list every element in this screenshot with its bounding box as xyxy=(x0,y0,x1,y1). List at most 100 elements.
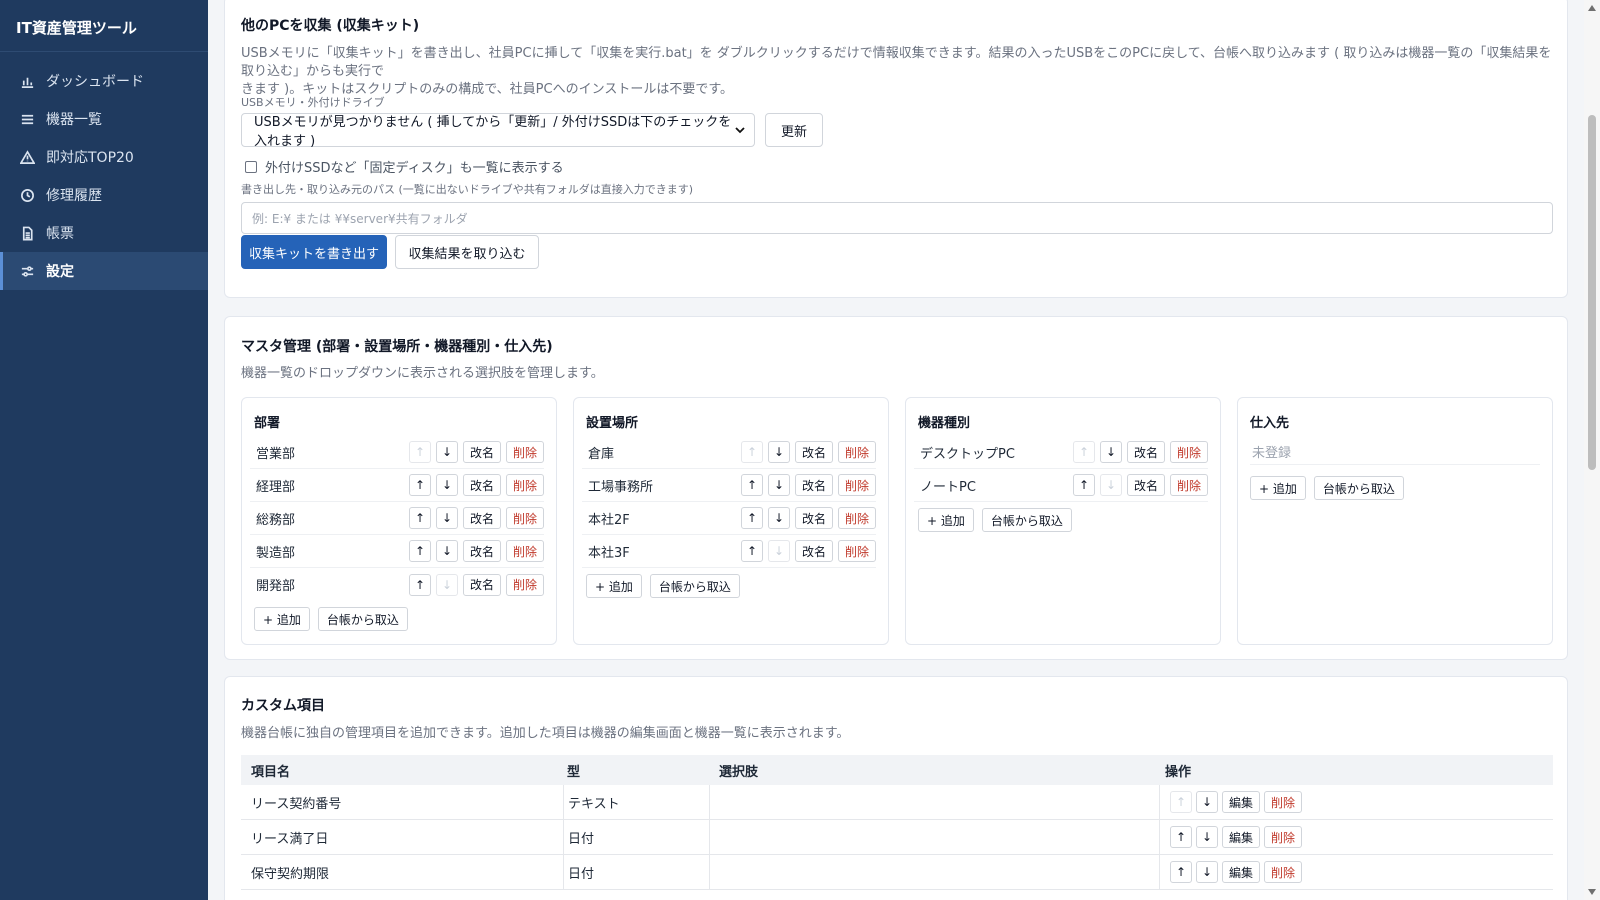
collect-kit-description: USBメモリに「収集キット」を書き出し、社員PCに挿して「収集を実行.bat」を… xyxy=(241,46,1552,97)
sidebar-item-top20[interactable]: 即対応TOP20 xyxy=(0,138,208,176)
sidebar-item-label: 機器一覧 xyxy=(46,112,102,128)
delete-button[interactable]: 削除 xyxy=(1264,791,1303,813)
rename-button[interactable]: 改名 xyxy=(462,573,501,596)
move-down-button[interactable]: ↓ xyxy=(435,441,458,463)
delete-button[interactable]: 削除 xyxy=(1169,474,1208,496)
add-button[interactable]: + 追加 xyxy=(254,607,310,631)
column-header: 操作 xyxy=(1165,764,1192,780)
delete-button[interactable]: 削除 xyxy=(1169,441,1208,463)
delete-button[interactable]: 削除 xyxy=(837,507,876,529)
move-up-button[interactable]: ↑ xyxy=(740,507,763,529)
delete-button[interactable]: 削除 xyxy=(837,474,876,496)
move-down-button[interactable]: ↓ xyxy=(435,540,458,562)
delete-button[interactable]: 削除 xyxy=(505,540,544,562)
field-type-cell: 日付 xyxy=(563,820,709,854)
import-from-ledger-button[interactable]: 台帳から取込 xyxy=(649,574,740,598)
move-down-button[interactable]: ↓ xyxy=(1196,791,1218,813)
move-up-button[interactable]: ↑ xyxy=(408,474,431,496)
import-from-ledger-button[interactable]: 台帳から取込 xyxy=(981,508,1072,532)
move-up-button[interactable]: ↑ xyxy=(1072,441,1095,463)
move-down-button[interactable]: ↓ xyxy=(767,441,790,463)
scroll-down-arrow-icon[interactable] xyxy=(1588,889,1596,895)
move-up-button[interactable]: ↑ xyxy=(408,573,431,596)
delete-button[interactable]: 削除 xyxy=(505,441,544,463)
path-input[interactable]: 例: E:¥ または ¥¥server¥共有フォルダ xyxy=(241,202,1553,234)
page-scrollbar[interactable] xyxy=(1584,0,1600,900)
list-item: 本社3F ↑ ↓ 改名 削除 xyxy=(582,535,876,568)
column-header: 項目名 xyxy=(251,764,291,780)
add-button[interactable]: + 追加 xyxy=(1250,476,1306,500)
list-item: デスクトップPC ↑ ↓ 改名 削除 xyxy=(914,436,1208,469)
rename-button[interactable]: 改名 xyxy=(1126,441,1165,463)
delete-button[interactable]: 削除 xyxy=(1264,861,1303,883)
delete-button[interactable]: 削除 xyxy=(837,540,876,562)
edit-button[interactable]: 編集 xyxy=(1222,791,1261,813)
sidebar-item-settings[interactable]: 設定 xyxy=(0,252,208,290)
move-up-button[interactable]: ↑ xyxy=(740,474,763,496)
edit-button[interactable]: 編集 xyxy=(1222,861,1261,883)
move-up-button[interactable]: ↑ xyxy=(1170,826,1192,848)
fixed-disk-label: 外付けSSDなど「固定ディスク」も一覧に表示する xyxy=(265,161,564,176)
add-button[interactable]: + 追加 xyxy=(586,574,642,598)
move-down-button[interactable]: ↓ xyxy=(1099,441,1122,463)
sidebar-item-devices[interactable]: 機器一覧 xyxy=(0,100,208,138)
move-down-button[interactable]: ↓ xyxy=(1196,826,1218,848)
delete-button[interactable]: 削除 xyxy=(837,441,876,463)
import-from-ledger-button[interactable]: 台帳から取込 xyxy=(317,607,408,631)
refresh-button[interactable]: 更新 xyxy=(765,113,823,147)
import-results-button[interactable]: 収集結果を取り込む xyxy=(395,235,539,269)
move-down-button[interactable]: ↓ xyxy=(767,474,790,496)
move-down-button[interactable]: ↓ xyxy=(435,474,458,496)
add-button[interactable]: + 追加 xyxy=(918,508,974,532)
write-kit-button[interactable]: 収集キットを書き出す xyxy=(241,235,387,269)
drive-select[interactable]: USBメモリが見つかりません ( 挿してから「更新」/ 外付けSSDは下のチェッ… xyxy=(241,113,755,149)
rename-button[interactable]: 改名 xyxy=(794,540,833,562)
move-down-button[interactable]: ↓ xyxy=(1099,474,1122,496)
master-group-actions: + 追加 台帳から取込 xyxy=(254,607,416,631)
delete-button[interactable]: 削除 xyxy=(505,573,544,596)
move-up-button[interactable]: ↑ xyxy=(740,540,763,562)
clock-icon xyxy=(19,187,35,203)
move-up-button[interactable]: ↑ xyxy=(740,441,763,463)
move-up-button[interactable]: ↑ xyxy=(1072,474,1095,496)
delete-button[interactable]: 削除 xyxy=(505,474,544,496)
table-header: 項目名 型 選択肢 操作 xyxy=(241,755,1553,785)
move-up-button[interactable]: ↑ xyxy=(1170,791,1192,813)
move-down-button[interactable]: ↓ xyxy=(435,573,458,596)
delete-button[interactable]: 削除 xyxy=(1264,826,1303,848)
master-card: マスタ管理 (部署・設置場所・機器種別・仕入先) 機器一覧のドロップダウンに表示… xyxy=(224,316,1568,660)
sidebar-item-repairs[interactable]: 修理履歴 xyxy=(0,176,208,214)
scrollbar-thumb[interactable] xyxy=(1588,115,1596,470)
rename-button[interactable]: 改名 xyxy=(462,507,501,529)
move-up-button[interactable]: ↑ xyxy=(408,507,431,529)
drive-label: USBメモリ・外付けドライブ xyxy=(241,96,385,109)
edit-button[interactable]: 編集 xyxy=(1222,826,1261,848)
scroll-up-arrow-icon[interactable] xyxy=(1588,5,1596,11)
move-up-button[interactable]: ↑ xyxy=(408,540,431,562)
rename-button[interactable]: 改名 xyxy=(462,474,501,496)
move-up-button[interactable]: ↑ xyxy=(408,441,431,463)
rename-button[interactable]: 改名 xyxy=(1126,474,1165,496)
rename-button[interactable]: 改名 xyxy=(794,507,833,529)
delete-button[interactable]: 削除 xyxy=(505,507,544,529)
import-from-ledger-button[interactable]: 台帳から取込 xyxy=(1313,476,1404,500)
sidebar: IT資産管理ツール ダッシュボード 機器一覧 即対応TOP20 修理履歴 帳票 … xyxy=(0,0,208,900)
divider xyxy=(1250,464,1540,465)
move-down-button[interactable]: ↓ xyxy=(1196,861,1218,883)
list-icon xyxy=(19,111,35,127)
rename-button[interactable]: 改名 xyxy=(462,441,501,463)
rename-button[interactable]: 改名 xyxy=(794,441,833,463)
move-down-button[interactable]: ↓ xyxy=(435,507,458,529)
sidebar-item-dashboard[interactable]: ダッシュボード xyxy=(0,62,208,100)
list-item: 本社2F ↑ ↓ 改名 削除 xyxy=(582,502,876,535)
rename-button[interactable]: 改名 xyxy=(794,474,833,496)
app-title: IT資産管理ツール xyxy=(0,0,208,52)
move-down-button[interactable]: ↓ xyxy=(767,540,790,562)
rename-button[interactable]: 改名 xyxy=(462,540,501,562)
sidebar-item-label: ダッシュボード xyxy=(46,74,144,90)
move-down-button[interactable]: ↓ xyxy=(767,507,790,529)
fixed-disk-checkbox[interactable] xyxy=(245,160,257,173)
sidebar-item-reports[interactable]: 帳票 xyxy=(0,214,208,252)
custom-fields-table: 項目名 型 選択肢 操作 リース契約番号 テキスト ↑ ↓ 編集 削除 リース満… xyxy=(241,755,1553,890)
move-up-button[interactable]: ↑ xyxy=(1170,861,1192,883)
